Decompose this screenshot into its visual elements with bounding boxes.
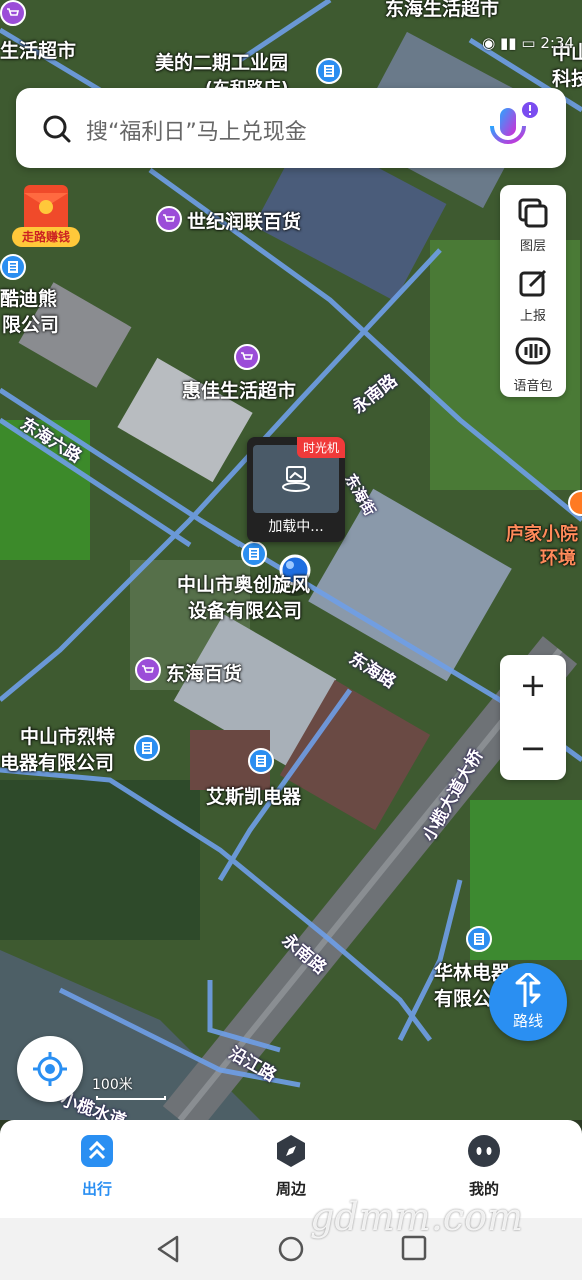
- zoom-out-button[interactable]: −: [500, 718, 566, 780]
- compass-icon: [277, 1135, 305, 1167]
- shop-pin-icon[interactable]: [234, 344, 260, 370]
- poi-meide-park[interactable]: 美的二期工业园: [155, 48, 288, 75]
- search-icon: [43, 115, 71, 143]
- zoom-controls: + −: [500, 655, 566, 780]
- red-packet-label: 走路赚钱: [12, 227, 80, 247]
- building-pin-icon[interactable]: [466, 926, 492, 952]
- voice-pack-icon: [515, 337, 551, 365]
- walk-earn-red-packet[interactable]: 走路赚钱: [10, 185, 82, 251]
- time-machine-badge: 时光机: [296, 437, 345, 458]
- locate-button[interactable]: [17, 1036, 83, 1102]
- layers-icon: [518, 198, 548, 228]
- nav-nearby[interactable]: 周边: [251, 1134, 331, 1199]
- poi-kudixiong-2: 限公司: [2, 314, 60, 336]
- building-pin-icon[interactable]: [0, 254, 26, 280]
- shop-pin-icon[interactable]: [0, 0, 26, 26]
- map-scale: 100米: [92, 1074, 166, 1100]
- battery-icon: ▭: [521, 34, 536, 52]
- profile-icon: [468, 1135, 500, 1167]
- search-bar[interactable]: 搜“福利日”马上兑现金: [16, 88, 566, 168]
- poi-huijia[interactable]: 惠佳生活超市: [182, 376, 296, 403]
- image-icon: [282, 466, 310, 492]
- poi-kudixiong-1[interactable]: 酷迪熊: [0, 284, 57, 311]
- nav-mine[interactable]: 我的: [444, 1134, 524, 1199]
- shop-pin-icon[interactable]: [156, 206, 182, 232]
- signal-icon: ▮▮: [500, 34, 517, 52]
- travel-icon: [81, 1135, 113, 1167]
- satellite-map[interactable]: 东海生活超市 生活超市 美的二期工业园 (东和路店) 中山 科技 世纪润联百货 …: [0, 0, 582, 1120]
- report-label: 上报: [519, 309, 546, 324]
- poi-liete-1[interactable]: 中山市烈特: [20, 722, 115, 749]
- building-pin-icon[interactable]: [316, 58, 342, 84]
- route-label: 路线: [512, 1012, 543, 1030]
- eye-icon: ◉: [482, 34, 496, 52]
- watermark: gdmm.com: [310, 1195, 523, 1239]
- building-pin-icon[interactable]: [248, 748, 274, 774]
- poi-aochuang-2: 设备有限公司: [188, 600, 303, 622]
- poi-supermarket-left[interactable]: 生活超市: [0, 36, 76, 63]
- shop-pin-icon[interactable]: [135, 657, 161, 683]
- voice-pack-button[interactable]: 语音包: [500, 331, 566, 401]
- search-placeholder[interactable]: 搜“福利日”马上兑现金: [86, 114, 307, 146]
- loading-text: 加载中...: [268, 519, 324, 535]
- poi-liete-2: 电器有限公司: [0, 752, 115, 774]
- building-pin-icon[interactable]: [134, 735, 160, 761]
- route-button[interactable]: 路线: [489, 963, 567, 1041]
- scale-label: 100米: [92, 1077, 133, 1093]
- microphone-icon[interactable]: [484, 102, 544, 154]
- poi-donghai-supermarket-top[interactable]: 东海生活超市: [385, 0, 499, 21]
- poi-aisikai[interactable]: 艾斯凯电器: [206, 782, 301, 809]
- zoom-in-button[interactable]: +: [500, 655, 566, 717]
- layers-label: 图层: [519, 239, 546, 254]
- edit-icon: [519, 269, 547, 297]
- scale-bar: [96, 1096, 166, 1100]
- nav-travel[interactable]: 出行: [57, 1134, 137, 1199]
- voice-pack-label: 语音包: [513, 379, 553, 394]
- building-pin-icon[interactable]: [241, 541, 267, 567]
- poi-huanjing: 环境: [540, 548, 576, 569]
- report-button[interactable]: 上报: [500, 261, 566, 331]
- poi-donghai-baihuo[interactable]: 东海百货: [166, 659, 242, 686]
- layers-button[interactable]: 图层: [500, 191, 566, 261]
- route-arrow-icon: [515, 973, 541, 1007]
- poi-shiji[interactable]: 世纪润联百货: [187, 207, 301, 234]
- home-icon[interactable]: [277, 1235, 305, 1263]
- status-time: 2:34: [540, 34, 574, 52]
- locate-icon: [33, 1052, 67, 1086]
- nav-travel-label: 出行: [81, 1180, 112, 1198]
- poi-aochuang-1[interactable]: 中山市奥创旋风: [177, 570, 310, 597]
- map-tools-panel: 图层 上报 语音包: [500, 185, 566, 397]
- time-machine-card[interactable]: 时光机 加载中...: [247, 437, 345, 542]
- poi-tech-right: 科技: [552, 68, 582, 90]
- back-icon[interactable]: [155, 1235, 181, 1263]
- poi-luojia[interactable]: 庐家小院: [506, 520, 578, 546]
- status-bar: ◉ ▮▮ ▭ 2:34: [482, 34, 574, 52]
